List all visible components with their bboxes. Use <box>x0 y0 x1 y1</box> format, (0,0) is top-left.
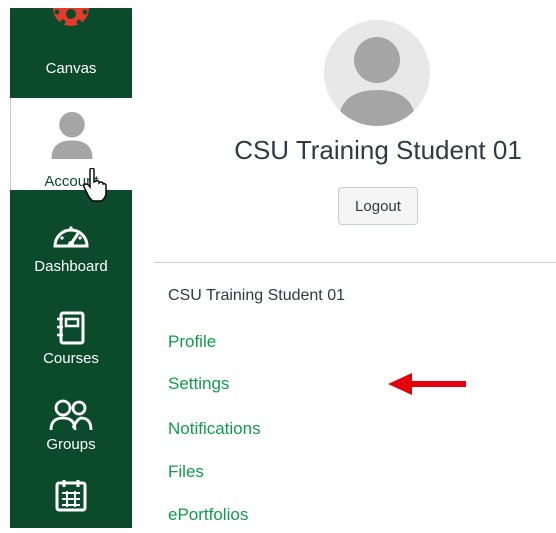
nav-item-dashboard[interactable]: Dashboard <box>10 218 132 275</box>
eportfolios-link[interactable]: ePortfolios <box>168 505 248 525</box>
user-name-label: CSU Training Student 01 <box>168 287 345 304</box>
dashboard-gauge-icon <box>53 226 89 248</box>
nav-item-label: Dashboard <box>34 258 108 275</box>
calendar-icon <box>55 480 87 512</box>
red-arrow-annotation-icon <box>388 373 466 395</box>
nav-item-label: Canvas <box>45 60 97 77</box>
divider <box>154 262 556 263</box>
nav-item-account[interactable]: Account <box>10 98 132 190</box>
notifications-link[interactable]: Notifications <box>168 419 261 439</box>
avatar-icon <box>50 111 93 159</box>
nav-item-groups[interactable]: Groups <box>10 398 132 453</box>
files-link[interactable]: Files <box>168 462 204 482</box>
settings-link[interactable]: Settings <box>168 374 229 394</box>
user-name-heading: CSU Training Student 01 <box>234 135 522 165</box>
avatar-icon <box>338 37 416 126</box>
courses-book-icon <box>57 311 85 345</box>
account-tray: CSU Training Student 01 Logout CSU Train… <box>132 0 556 533</box>
nav-item-courses[interactable]: Courses <box>10 310 132 367</box>
nav-item-canvas[interactable]: Canvas <box>10 8 132 90</box>
nav-item-calendar[interactable] <box>10 478 132 516</box>
global-nav: Canvas Account Dashboard Courses Groups <box>10 8 132 528</box>
nav-item-label: Groups <box>46 436 96 453</box>
hand-pointer-cursor-icon <box>83 168 107 202</box>
profile-link[interactable]: Profile <box>168 332 216 352</box>
user-avatar <box>324 20 430 126</box>
canvas-logo-icon <box>53 8 89 26</box>
logout-button[interactable]: Logout <box>338 187 418 225</box>
nav-item-label: Courses <box>43 350 99 367</box>
groups-people-icon <box>49 399 93 431</box>
